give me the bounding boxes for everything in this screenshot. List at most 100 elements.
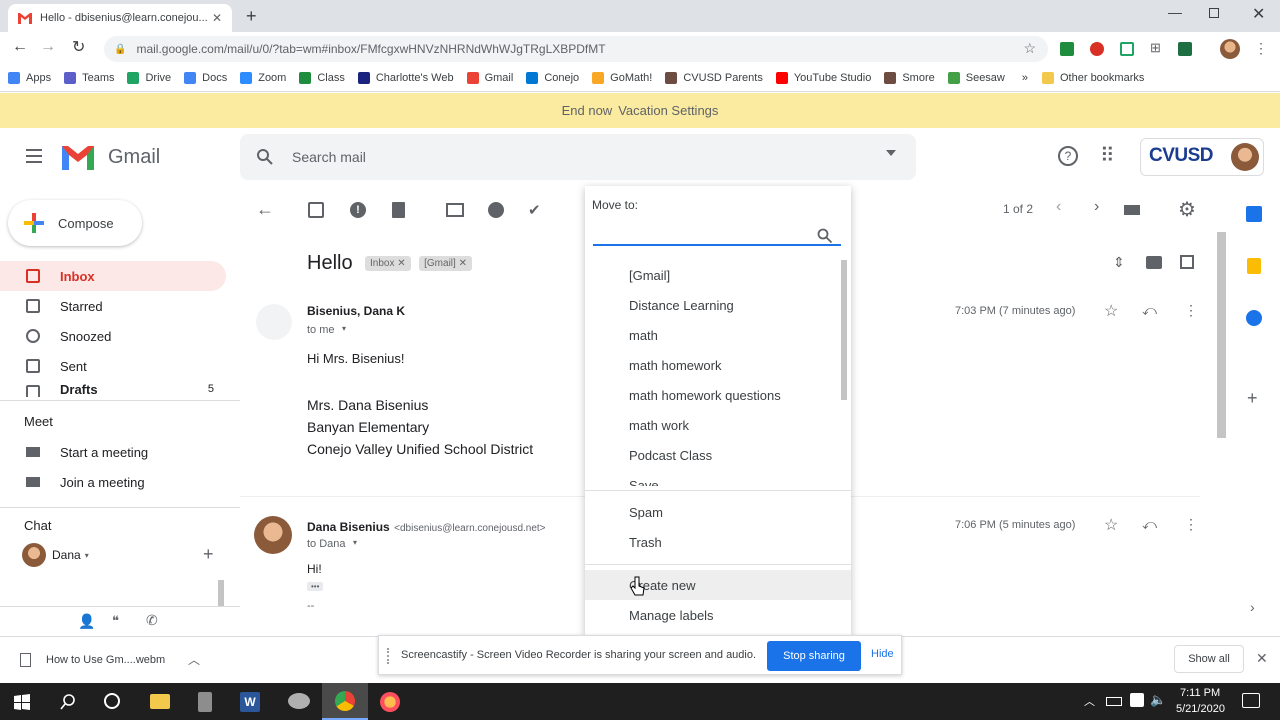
move-to-label-item[interactable]: math xyxy=(585,320,851,350)
sidebar-item-sent[interactable]: Sent xyxy=(0,351,226,381)
bookmark-item[interactable]: Gmail xyxy=(466,71,513,84)
move-to-label-item[interactable]: [Gmail] xyxy=(585,260,851,290)
bookmark-item[interactable]: Docs xyxy=(184,71,227,84)
download-filename[interactable]: How to Use Gm....webm xyxy=(46,654,165,666)
bookmark-item[interactable]: Smore xyxy=(884,71,935,84)
move-to-label-item[interactable]: Podcast Class xyxy=(585,440,851,470)
extension-green-icon[interactable] xyxy=(1060,42,1074,56)
snooze-icon[interactable] xyxy=(488,202,504,218)
bookmark-item[interactable]: Conejo xyxy=(526,71,579,84)
volume-icon[interactable]: 🔈 xyxy=(1150,692,1166,708)
tray-chevron-icon[interactable]: ︿ xyxy=(1084,693,1095,709)
reload-icon[interactable]: ↻ xyxy=(72,37,85,57)
apps-grid-icon[interactable]: ⠿ xyxy=(1100,143,1115,168)
compose-button[interactable]: Compose xyxy=(8,200,142,246)
bookmark-item[interactable]: YouTube Studio xyxy=(775,71,871,84)
firefox-icon[interactable] xyxy=(380,692,400,712)
bookmark-item[interactable]: CVUSD Parents xyxy=(665,71,763,84)
bookmark-item[interactable]: Teams xyxy=(64,71,114,84)
back-to-inbox-icon[interactable]: ← xyxy=(256,199,274,220)
show-trimmed-content[interactable]: ••• xyxy=(307,582,324,591)
gmail-logo-icon[interactable] xyxy=(60,144,96,170)
extension-grid-icon[interactable]: ⊞ xyxy=(1150,40,1161,56)
stop-sharing-button[interactable]: Stop sharing xyxy=(767,641,861,671)
sidebar-item-snoozed[interactable]: Snoozed xyxy=(0,321,226,351)
bookmark-item[interactable]: Drive xyxy=(127,71,171,84)
download-options-icon[interactable]: ︿ xyxy=(188,651,200,668)
sidebar-scrollbar[interactable] xyxy=(218,580,224,606)
move-to-label-item[interactable]: Distance Learning xyxy=(585,290,851,320)
profile-avatar[interactable] xyxy=(1220,39,1240,59)
taskbar-time[interactable]: 7:11 PM xyxy=(1180,687,1220,699)
org-account-badge[interactable]: CVUSD xyxy=(1140,138,1264,176)
hangouts-icon[interactable]: ❝ xyxy=(112,613,119,629)
action-center-icon[interactable] xyxy=(1242,693,1260,708)
move-to-scrollbar[interactable] xyxy=(841,260,847,400)
more-options-icon[interactable]: ⋮ xyxy=(1184,516,1198,533)
star-message-icon[interactable]: ☆ xyxy=(1104,301,1118,321)
mark-unread-icon[interactable] xyxy=(446,203,464,217)
bookmark-star-icon[interactable]: ☆ xyxy=(1023,40,1036,57)
second-recipient[interactable]: to Dana xyxy=(307,538,346,550)
extension-excel-icon[interactable] xyxy=(1178,42,1192,56)
person-icon[interactable]: 👤 xyxy=(78,613,95,630)
bookmark-item[interactable]: Charlotte's Web xyxy=(357,71,454,84)
recipient-details-icon[interactable]: ▾ xyxy=(353,538,357,547)
battery-icon[interactable] xyxy=(1106,697,1122,706)
taskbar-app-icon[interactable] xyxy=(288,693,310,709)
sidebar-item-drafts[interactable]: Drafts 5 xyxy=(0,381,226,397)
minimize-icon[interactable]: — xyxy=(1168,4,1182,20)
main-scrollbar[interactable] xyxy=(1217,232,1226,438)
label-chip-inbox[interactable]: Inbox ✕ xyxy=(365,256,411,271)
phone-icon[interactable]: ✆ xyxy=(146,612,158,629)
meet-item[interactable]: Start a meeting xyxy=(0,437,226,467)
report-spam-icon[interactable]: ! xyxy=(350,202,366,218)
window-close-icon[interactable]: ✕ xyxy=(1252,4,1265,24)
browser-tab[interactable]: Hello - dbisenius@learn.conejou... ✕ xyxy=(8,4,232,32)
word-icon[interactable]: W xyxy=(240,692,260,712)
recipient-details-icon[interactable]: ▾ xyxy=(342,324,346,333)
main-menu-icon[interactable] xyxy=(26,149,42,163)
help-icon[interactable]: ? xyxy=(1058,146,1078,166)
drag-handle-icon[interactable] xyxy=(387,648,391,664)
second-sender-name[interactable]: Dana Bisenius xyxy=(307,520,390,534)
move-to-search-input[interactable] xyxy=(593,224,841,246)
chat-user[interactable]: Dana ▾ xyxy=(22,542,202,568)
extension-teal-icon[interactable] xyxy=(1120,42,1134,56)
add-to-tasks-icon[interactable]: ✔ xyxy=(528,201,544,219)
bookmark-item[interactable]: Seesaw xyxy=(947,71,1005,84)
input-tools-icon[interactable] xyxy=(1124,205,1140,215)
move-to-label-item[interactable]: math homework questions xyxy=(585,380,851,410)
get-addons-icon[interactable]: + xyxy=(1247,388,1258,409)
restore-icon[interactable] xyxy=(1209,8,1219,18)
more-options-icon[interactable]: ⋮ xyxy=(1184,302,1198,319)
collapse-all-icon[interactable]: ⇕ xyxy=(1113,254,1125,271)
meet-item[interactable]: Join a meeting xyxy=(0,467,226,497)
move-to-search-icon[interactable] xyxy=(817,228,833,244)
prev-page-icon[interactable]: ‹ xyxy=(1056,198,1061,216)
new-window-icon[interactable] xyxy=(1180,255,1194,269)
next-page-icon[interactable]: › xyxy=(1094,198,1099,216)
label-chip-gmail[interactable]: [Gmail] ✕ xyxy=(419,256,472,271)
hide-button[interactable]: Hide xyxy=(871,648,894,660)
tasks-icon[interactable] xyxy=(1246,310,1262,326)
end-now-link[interactable]: End now xyxy=(562,103,613,118)
reply-icon[interactable]: ⤺ xyxy=(1142,302,1157,319)
chat-dropdown-icon[interactable]: ▾ xyxy=(85,551,89,560)
move-to-trash[interactable]: Trash xyxy=(585,527,851,557)
show-side-panel-icon[interactable]: › xyxy=(1250,599,1255,615)
file-explorer-icon[interactable] xyxy=(150,694,170,709)
search-options-icon[interactable] xyxy=(886,150,896,156)
cortana-icon[interactable] xyxy=(104,693,120,709)
print-icon[interactable] xyxy=(1146,256,1162,269)
forward-arrow-icon[interactable]: → xyxy=(40,38,56,56)
network-icon[interactable] xyxy=(1130,693,1144,707)
keep-icon[interactable] xyxy=(1247,258,1261,274)
extension-red-icon[interactable] xyxy=(1090,42,1104,56)
move-to-spam[interactable]: Spam xyxy=(585,497,851,527)
first-recipient[interactable]: to me xyxy=(307,324,335,336)
bookmark-item[interactable]: Apps xyxy=(8,71,51,84)
search-icon[interactable] xyxy=(256,148,274,166)
show-all-button[interactable]: Show all xyxy=(1174,645,1244,673)
settings-gear-icon[interactable]: ⚙ xyxy=(1178,197,1196,222)
